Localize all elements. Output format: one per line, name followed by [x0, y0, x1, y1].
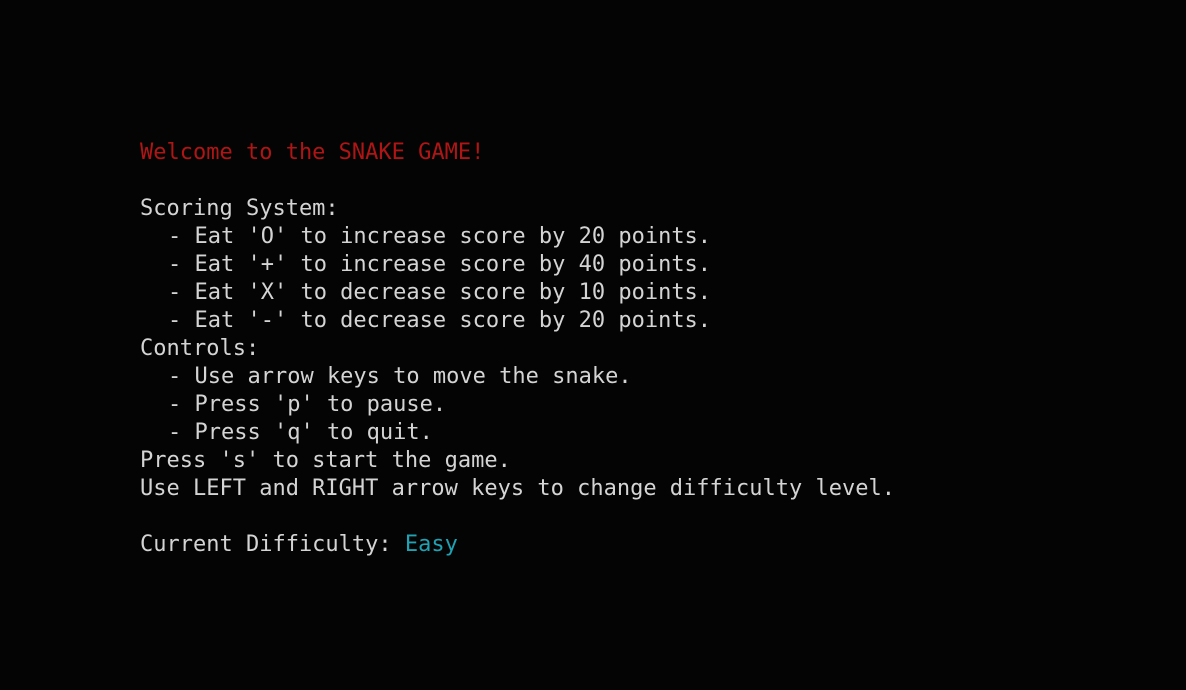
difficulty-line: Current Difficulty: Easy — [140, 531, 895, 559]
start-prompt: Press 's' to start the game. — [140, 448, 511, 473]
scoring-item-o: - Eat 'O' to increase score by 20 points… — [168, 224, 712, 249]
controls-item-pause: - Press 'p' to pause. — [168, 392, 447, 417]
controls-item-quit: - Press 'q' to quit. — [168, 420, 433, 445]
scoring-heading: Scoring System: — [140, 196, 339, 221]
controls-item-arrows: - Use arrow keys to move the snake. — [168, 364, 632, 389]
difficulty-value: Easy — [404, 532, 458, 557]
scoring-item-plus: - Eat '+' to increase score by 40 points… — [168, 252, 712, 277]
terminal-screen: Welcome to the SNAKE GAME! Scoring Syste… — [140, 139, 895, 559]
controls-heading: Controls: — [140, 336, 260, 361]
game-title: Welcome to the SNAKE GAME! — [140, 140, 485, 165]
scoring-item-minus: - Eat '-' to decrease score by 20 points… — [168, 308, 712, 333]
difficulty-prompt: Use LEFT and RIGHT arrow keys to change … — [140, 476, 895, 501]
difficulty-label: Current Difficulty: — [140, 532, 405, 557]
scoring-item-x: - Eat 'X' to decrease score by 10 points… — [168, 280, 712, 305]
